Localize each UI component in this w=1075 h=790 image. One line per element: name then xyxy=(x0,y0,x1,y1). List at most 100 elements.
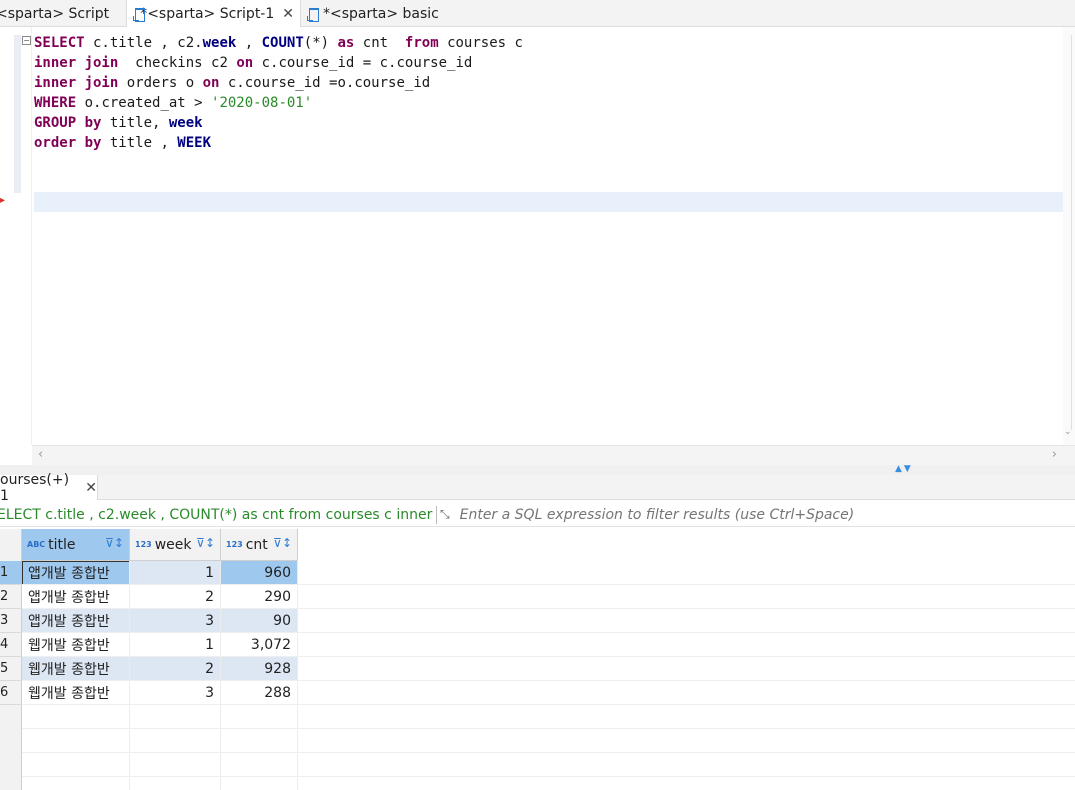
cell-week[interactable]: 1 xyxy=(130,633,221,657)
column-filter-sort-icon[interactable]: ⊽↕ xyxy=(196,536,215,550)
cell-cnt[interactable]: 90 xyxy=(221,609,298,633)
tab-sparta-script-1[interactable]: *<sparta> Script-1 ✕ xyxy=(126,0,301,27)
column-filter-sort-icon[interactable]: ⊽↕ xyxy=(273,536,292,550)
column-filter-sort-icon[interactable]: ⊽↕ xyxy=(105,536,124,550)
current-line-highlight xyxy=(34,192,1063,212)
scroll-down-icon[interactable]: ⌄ xyxy=(1064,427,1072,437)
cell-week[interactable]: 2 xyxy=(130,585,221,609)
code-token: , xyxy=(236,35,262,51)
sql-code[interactable]: SELECT c.title , c2. week , COUNT(*) as c… xyxy=(34,33,523,153)
grid-column-line xyxy=(297,561,298,790)
tab-label: *<sparta> Script-1 xyxy=(140,5,275,22)
code-token: cnt xyxy=(354,35,405,51)
grid-column-line xyxy=(129,561,130,790)
cell-cnt[interactable]: 928 xyxy=(221,657,298,681)
code-token: week xyxy=(168,115,203,131)
grid-row-line xyxy=(22,752,1075,753)
scroll-right-icon[interactable]: › xyxy=(1052,447,1057,462)
code-token: SELECT xyxy=(34,35,85,51)
error-marker-icon: ▸ xyxy=(0,195,6,206)
sql-editor[interactable]: − ▸ SELECT c.title , c2.week , COUNT(*) … xyxy=(0,27,1075,445)
editor-tab-bar: <sparta> Script *<sparta> Script-1 ✕ *<s… xyxy=(0,0,1075,27)
scrollbar-track[interactable] xyxy=(1066,35,1072,430)
cell-title[interactable]: 앱개발 종합반 xyxy=(22,585,130,609)
number-type-icon: 123 xyxy=(226,540,243,549)
code-token: c.course_id =o.course_id xyxy=(219,75,431,91)
cell-cnt[interactable]: 288 xyxy=(221,681,298,705)
column-header-cnt[interactable]: 123 cnt ⊽↕ xyxy=(221,529,298,561)
code-token: on xyxy=(202,75,220,91)
close-icon[interactable]: ✕ xyxy=(85,480,97,496)
code-line[interactable]: WHERE o.created_at > '2020-08-01' xyxy=(34,93,523,113)
grid-row-line xyxy=(22,704,1075,705)
editor-vertical-scrollbar[interactable]: ⌄ xyxy=(1063,27,1075,445)
results-tab-label: ourses(+) 1 xyxy=(0,471,70,504)
cell-title[interactable]: 앱개발 종합반 xyxy=(22,609,130,633)
code-token: title , xyxy=(101,135,178,151)
editor-horizontal-scrollbar[interactable]: ‹ › xyxy=(32,445,1075,465)
code-line[interactable]: inner join orders o on c.course_id =o.co… xyxy=(34,73,523,93)
grid-row-line xyxy=(22,776,1075,777)
tab-label: *<sparta> basic xyxy=(323,5,439,22)
code-token: order by xyxy=(34,135,102,151)
panel-splitter[interactable] xyxy=(0,465,1075,475)
code-token: title, xyxy=(101,115,169,131)
row-number[interactable]: 1 xyxy=(0,561,22,585)
code-token: WHERE xyxy=(34,95,77,111)
cell-week[interactable]: 3 xyxy=(130,681,221,705)
cell-cnt[interactable]: 290 xyxy=(221,585,298,609)
grid-column-line xyxy=(220,561,221,790)
sql-script-icon xyxy=(133,7,146,22)
code-token: as xyxy=(337,35,355,51)
query-range-ruler xyxy=(14,35,21,193)
cell-title[interactable]: 웹개발 종합반 xyxy=(22,681,130,705)
cell-title[interactable]: 웹개발 종합반 xyxy=(22,633,130,657)
fold-collapse-icon[interactable]: − xyxy=(22,36,31,45)
code-token: checkins c2 xyxy=(118,55,237,71)
query-preview: ELECT c.title , c2.week , COUNT(*) as cn… xyxy=(0,506,434,523)
column-name: week xyxy=(154,536,192,553)
text-type-icon: ABC xyxy=(27,540,46,549)
row-number[interactable]: 2 xyxy=(0,585,22,609)
sql-script-icon xyxy=(307,7,319,22)
close-icon[interactable]: ✕ xyxy=(282,6,294,22)
cell-cnt[interactable]: 960 xyxy=(221,561,298,585)
code-token: COUNT xyxy=(261,35,304,51)
code-line[interactable]: inner join checkins c2 on c.course_id = … xyxy=(34,53,523,73)
column-header-title[interactable]: ABC title ⊽↕ xyxy=(22,529,130,561)
tab-results[interactable]: ourses(+) 1 ✕ xyxy=(0,472,98,504)
code-token: orders o xyxy=(118,75,203,91)
row-number[interactable]: 4 xyxy=(0,633,22,657)
code-line[interactable]: GROUP by title, week xyxy=(34,113,523,133)
code-token: inner join xyxy=(34,75,119,91)
code-token: (*) xyxy=(303,35,338,51)
code-line[interactable]: SELECT c.title , c2.week , COUNT(*) as c… xyxy=(34,33,523,53)
cell-week[interactable]: 3 xyxy=(130,609,221,633)
code-token: GROUP by xyxy=(34,115,102,131)
results-filter-bar: ELECT c.title , c2.week , COUNT(*) as cn… xyxy=(0,503,1075,527)
code-token: c.title , c2. xyxy=(84,35,203,51)
maximize-restore-icon[interactable]: ▲▼ xyxy=(895,464,913,474)
filter-expand-icon[interactable]: ⤡ xyxy=(440,507,450,522)
code-token: inner join xyxy=(34,55,119,71)
code-token: o.created_at > xyxy=(76,95,212,111)
tab-sparta-script[interactable]: <sparta> Script xyxy=(0,0,126,27)
filter-input[interactable] xyxy=(459,506,1060,523)
cell-cnt[interactable]: 3,072 xyxy=(221,633,298,657)
gutter-divider xyxy=(31,27,32,445)
tab-sparta-basic[interactable]: *<sparta> basic xyxy=(301,0,445,27)
results-grid[interactable]: ABC title ⊽↕ 123 week ⊽↕ 123 cnt ⊽↕ 1 앱개발… xyxy=(0,529,1075,790)
code-token: WEEK xyxy=(177,135,212,151)
row-number[interactable]: 5 xyxy=(0,657,22,681)
cell-title[interactable]: 앱개발 종합반 xyxy=(22,561,130,585)
scroll-left-icon[interactable]: ‹ xyxy=(38,447,43,462)
cell-week[interactable]: 1 xyxy=(130,561,221,585)
column-name: title xyxy=(48,536,76,553)
cell-week[interactable]: 2 xyxy=(130,657,221,681)
code-line[interactable]: order by title , WEEK xyxy=(34,133,523,153)
row-number[interactable]: 6 xyxy=(0,681,22,705)
code-token: '2020-08-01' xyxy=(211,95,313,111)
cell-title[interactable]: 웹개발 종합반 xyxy=(22,657,130,681)
column-header-week[interactable]: 123 week ⊽↕ xyxy=(130,529,221,561)
row-number[interactable]: 3 xyxy=(0,609,22,633)
